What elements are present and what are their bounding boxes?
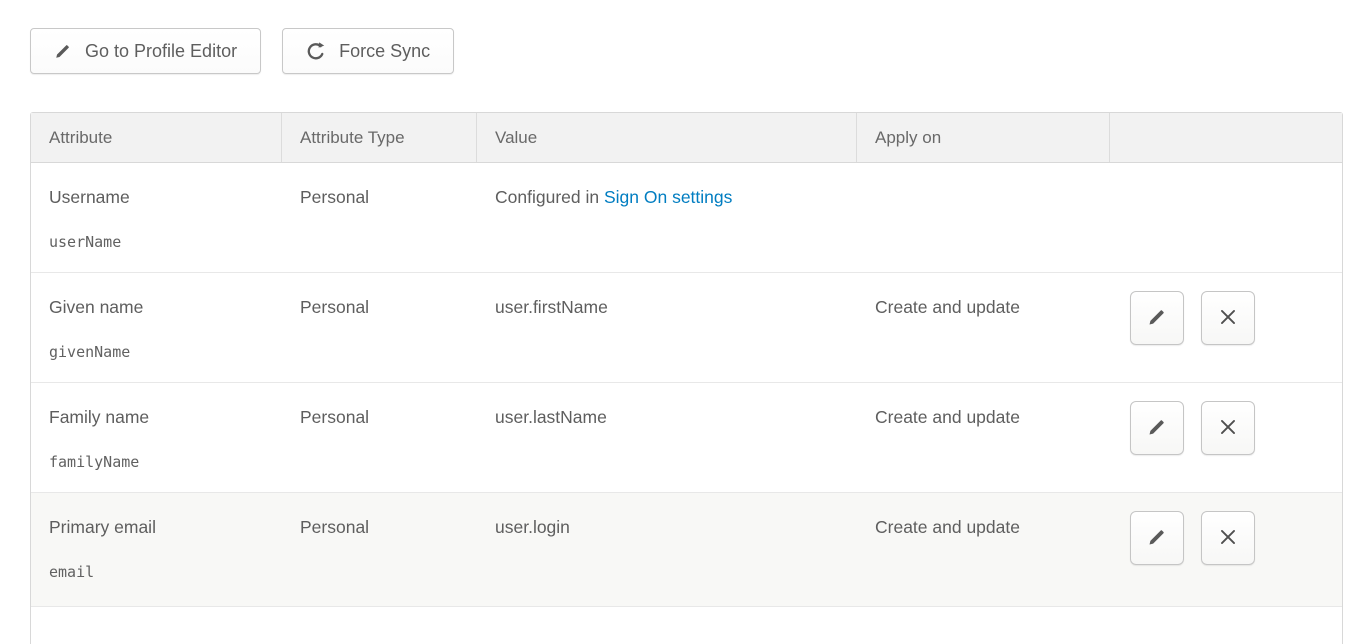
actions-cell — [1110, 493, 1342, 606]
attribute-type-cell: Personal — [282, 273, 477, 382]
attribute-variable-name: email — [49, 563, 272, 581]
attribute-type-cell: Personal — [282, 163, 477, 272]
header-attribute-type: Attribute Type — [282, 113, 477, 162]
pencil-icon — [54, 42, 72, 60]
attribute-label: Family name — [49, 407, 272, 428]
x-icon — [1217, 306, 1239, 331]
value-cell: Configured in Sign On settings — [477, 163, 857, 272]
attribute-type-cell: Personal — [282, 383, 477, 492]
table-row-family-name: Family name familyName Personal user.las… — [31, 383, 1342, 493]
header-value: Value — [477, 113, 857, 162]
sign-on-settings-link[interactable]: Sign On settings — [604, 187, 732, 207]
remove-mapping-button[interactable] — [1201, 291, 1255, 345]
force-sync-button[interactable]: Force Sync — [282, 28, 454, 74]
attribute-label: Primary email — [49, 517, 272, 538]
table-row-username: Username userName Personal Configured in… — [31, 163, 1342, 273]
header-apply-on: Apply on — [857, 113, 1110, 162]
pencil-icon — [1146, 306, 1168, 331]
edit-mapping-button[interactable] — [1130, 291, 1184, 345]
apply-on-cell: Create and update — [857, 383, 1110, 492]
attribute-cell: Family name familyName — [31, 383, 282, 492]
remove-mapping-button[interactable] — [1201, 511, 1255, 565]
force-sync-label: Force Sync — [339, 41, 430, 62]
toolbar: Go to Profile Editor Force Sync — [30, 28, 1370, 74]
actions-cell — [1110, 273, 1342, 382]
actions-cell — [1110, 383, 1342, 492]
header-actions — [1110, 113, 1342, 162]
x-icon — [1217, 526, 1239, 551]
attribute-label: Username — [49, 187, 272, 208]
remove-mapping-button[interactable] — [1201, 401, 1255, 455]
value-cell: user.lastName — [477, 383, 857, 492]
attribute-variable-name: userName — [49, 233, 272, 251]
apply-on-cell — [857, 163, 1110, 272]
attribute-cell: Given name givenName — [31, 273, 282, 382]
table-row-primary-email: Primary email email Personal user.login … — [31, 493, 1342, 607]
apply-on-cell: Create and update — [857, 273, 1110, 382]
table-row-given-name: Given name givenName Personal user.first… — [31, 273, 1342, 383]
attribute-mappings-page: Go to Profile Editor Force Sync Attribut… — [0, 0, 1370, 644]
value-cell: user.firstName — [477, 273, 857, 382]
attribute-cell: Primary email email — [31, 493, 282, 606]
go-to-profile-editor-label: Go to Profile Editor — [85, 41, 237, 62]
apply-on-cell: Create and update — [857, 493, 1110, 606]
pencil-icon — [1146, 526, 1168, 551]
edit-mapping-button[interactable] — [1130, 511, 1184, 565]
actions-cell — [1110, 163, 1342, 272]
value-prefix-text: Configured in — [495, 187, 604, 207]
table-row-partial — [31, 607, 1342, 644]
attribute-label: Given name — [49, 297, 272, 318]
pencil-icon — [1146, 416, 1168, 441]
header-attribute: Attribute — [31, 113, 282, 162]
attribute-cell: Username userName — [31, 163, 282, 272]
edit-mapping-button[interactable] — [1130, 401, 1184, 455]
attribute-type-cell: Personal — [282, 493, 477, 606]
attribute-variable-name: givenName — [49, 343, 272, 361]
refresh-icon — [306, 41, 326, 61]
x-icon — [1217, 416, 1239, 441]
attribute-variable-name: familyName — [49, 453, 272, 471]
value-cell: user.login — [477, 493, 857, 606]
table-header-row: Attribute Attribute Type Value Apply on — [31, 113, 1342, 163]
go-to-profile-editor-button[interactable]: Go to Profile Editor — [30, 28, 261, 74]
attribute-mapping-table: Attribute Attribute Type Value Apply on … — [30, 112, 1343, 644]
